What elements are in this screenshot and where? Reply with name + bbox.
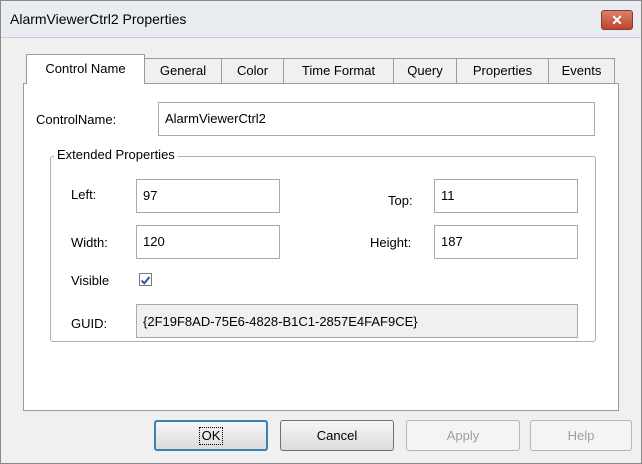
tab-general[interactable]: General [144,58,222,83]
cancel-button[interactable]: Cancel [280,420,394,451]
visible-checkbox[interactable] [139,273,152,286]
left-input[interactable]: 97 [136,179,280,213]
control-name-label: ControlName: [36,112,117,127]
width-label: Width: [71,235,108,250]
tab-panel-control-name: ControlName: AlarmViewerCtrl2 Extended P… [23,83,619,411]
tab-label: Time Format [301,63,376,78]
left-label: Left: [71,187,97,202]
close-icon: ✕ [611,12,623,28]
tab-control-name[interactable]: Control Name [26,54,145,84]
check-icon [140,276,151,285]
title-bar: AlarmViewerCtrl2 Properties ✕ [1,1,641,38]
control-name-input[interactable]: AlarmViewerCtrl2 [158,102,595,136]
tab-query[interactable]: Query [393,58,457,83]
properties-dialog: AlarmViewerCtrl2 Properties ✕ Control Na… [0,0,642,464]
tab-label: Color [236,63,269,78]
tab-label: Properties [472,63,533,78]
tab-events[interactable]: Events [548,58,615,83]
top-label: Top: [388,193,413,208]
tab-label: Events [561,63,602,78]
close-button[interactable]: ✕ [601,10,633,30]
ok-button[interactable]: OK [154,420,268,451]
apply-label: Apply [446,428,480,443]
help-label: Help [567,428,595,443]
tab-color[interactable]: Color [221,58,284,83]
visible-label: Visible [71,273,110,288]
cancel-label: Cancel [316,428,358,443]
tab-label: General [159,63,207,78]
width-input[interactable]: 120 [136,225,280,259]
help-button[interactable]: Help [530,420,632,451]
height-input[interactable]: 187 [434,225,578,259]
tab-time-format[interactable]: Time Format [283,58,394,83]
group-title: Extended Properties [54,147,178,162]
top-input[interactable]: 11 [434,179,578,213]
tab-label: Query [407,63,443,78]
ok-label: OK [198,427,224,445]
guid-field: {2F19F8AD-75E6-4828-B1C1-2857E4FAF9CE} [136,304,578,338]
window-title: AlarmViewerCtrl2 Properties [10,11,187,27]
apply-button[interactable]: Apply [406,420,520,451]
tab-properties[interactable]: Properties [456,58,549,83]
height-label: Height: [370,235,412,250]
tab-label: Control Name [45,61,126,76]
guid-label: GUID: [71,316,108,331]
